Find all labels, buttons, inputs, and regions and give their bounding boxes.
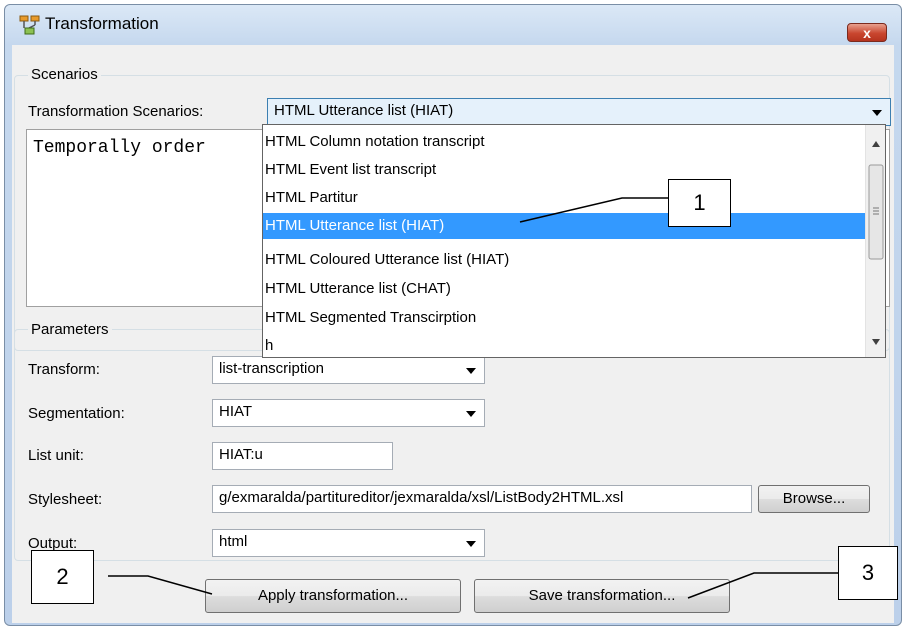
scrollbar-graphics [868, 141, 884, 345]
scroll-down-icon[interactable] [872, 339, 880, 345]
browse-button[interactable]: Browse... [758, 485, 870, 513]
stylesheet-value: g/exmaralda/partitureditor/jexmaralda/xs… [219, 489, 624, 506]
apply-transformation-button[interactable]: Apply transformation... [205, 579, 461, 613]
callout-2-label: 2 [56, 564, 69, 589]
dropdown-item[interactable]: HTML Coloured Utterance list (HIAT) [263, 247, 865, 273]
callout-1-label: 1 [693, 190, 706, 215]
chevron-down-icon [466, 541, 476, 547]
scenarios-dropdown-list[interactable]: HTML Column notation transcript HTML Eve… [262, 124, 886, 358]
close-button[interactable]: x [847, 23, 887, 42]
list-unit-value: HIAT:u [219, 446, 263, 463]
callout-1: 1 [668, 179, 731, 227]
scenarios-legend: Scenarios [28, 66, 101, 83]
scroll-up-icon[interactable] [872, 141, 880, 147]
save-transformation-label: Save transformation... [528, 587, 676, 604]
apply-transformation-label: Apply transformation... [257, 587, 409, 604]
dropdown-item[interactable]: HTML Column notation transcript [263, 129, 865, 155]
stylesheet-input[interactable]: g/exmaralda/partitureditor/jexmaralda/xs… [212, 485, 752, 513]
title-bar[interactable]: Transformation x [5, 5, 901, 43]
dropdown-item[interactable]: HTML Segmented Transcirption [263, 305, 865, 331]
dropdown-item-selected[interactable]: HTML Utterance list (HIAT) [263, 213, 865, 239]
transformation-app-icon [19, 15, 40, 35]
transformation-scenarios-value: HTML Utterance list (HIAT) [274, 102, 454, 119]
stylesheet-label: Stylesheet: [28, 491, 103, 508]
parameters-legend: Parameters [28, 321, 112, 338]
close-icon: x [863, 25, 871, 41]
chevron-down-icon [466, 368, 476, 374]
transformation-scenarios-label: Transformation Scenarios: [28, 103, 204, 120]
dropdown-item[interactable]: HTML Utterance list (CHAT) [263, 276, 865, 302]
output-value: html [219, 533, 248, 550]
dropdown-scrollbar[interactable] [865, 125, 885, 357]
callout-2: 2 [31, 550, 94, 604]
browse-label: Browse... [782, 490, 846, 507]
window-title: Transformation [45, 14, 159, 33]
chevron-down-icon [872, 110, 882, 116]
segmentation-value: HIAT [219, 403, 253, 420]
transformation-scenarios-select[interactable]: HTML Utterance list (HIAT) [267, 98, 891, 126]
scroll-thumb[interactable] [868, 164, 884, 260]
transform-select[interactable]: list-transcription [212, 356, 485, 384]
dropdown-item[interactable]: h [263, 337, 865, 357]
list-unit-input[interactable]: HIAT:u [212, 442, 393, 470]
dropdown-item[interactable]: HTML Partitur [263, 185, 865, 211]
list-unit-label: List unit: [28, 447, 84, 464]
scenario-description-text: Temporally order [33, 138, 206, 158]
transform-value: list-transcription [219, 360, 325, 377]
callout-3: 3 [838, 546, 898, 600]
save-transformation-button[interactable]: Save transformation... [474, 579, 730, 613]
dropdown-item[interactable]: HTML Event list transcript [263, 157, 865, 183]
segmentation-label: Segmentation: [28, 405, 125, 422]
transform-label: Transform: [28, 361, 100, 378]
chevron-down-icon [466, 411, 476, 417]
output-select[interactable]: html [212, 529, 485, 557]
segmentation-select[interactable]: HIAT [212, 399, 485, 427]
callout-3-label: 3 [861, 560, 875, 585]
